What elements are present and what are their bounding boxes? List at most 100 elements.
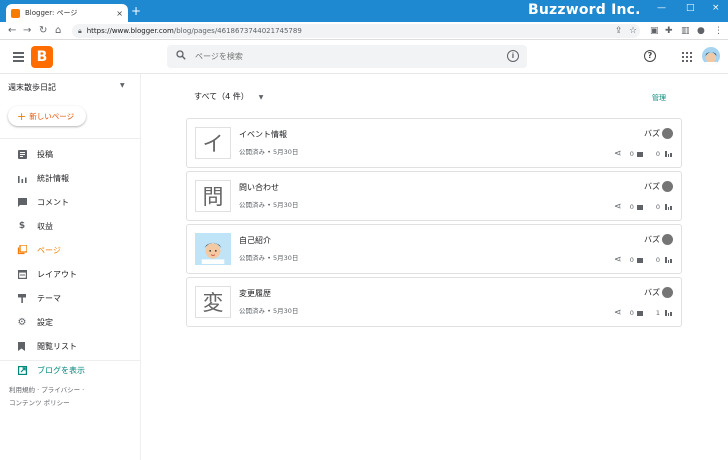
sidebar-item-label: 設定	[37, 317, 53, 327]
url-bar[interactable]: 🔒︎ https://www.blogger.com/blog/pages/46…	[72, 24, 640, 38]
bookmark-star-icon[interactable]: ☆	[629, 26, 637, 36]
browser-menu-icon[interactable]: ⋮	[714, 26, 723, 36]
minimize-button[interactable]: —	[657, 3, 666, 13]
footer-line-1[interactable]: 利用規約 · プライバシー ·	[9, 384, 135, 397]
forward-icon[interactable]: →	[23, 25, 31, 36]
author-name: バズ	[644, 235, 660, 244]
page-title[interactable]: 問い合わせ	[239, 182, 279, 193]
menu-icon[interactable]	[13, 52, 24, 62]
external-link-icon	[17, 365, 27, 375]
back-icon[interactable]: ←	[8, 25, 16, 36]
blogger-favicon-icon	[11, 8, 20, 18]
page-status: 公開済み • 5月30日	[239, 307, 299, 315]
post-icon	[17, 149, 27, 159]
sidebar-item-label: 収益	[37, 221, 53, 231]
footer-line-2[interactable]: コンテンツ ポリシー	[9, 397, 135, 410]
sidebar-item-stats[interactable]: 統計情報	[0, 167, 141, 189]
sidebar-item-label: ページ	[37, 245, 61, 255]
sidebar-item-layout[interactable]: レイアウト	[0, 263, 141, 285]
divider	[0, 138, 141, 139]
profile-icon[interactable]: ●	[697, 26, 705, 36]
sidebar-item-pages[interactable]: ページ	[0, 239, 141, 261]
sidebar-item-posts[interactable]: 投稿	[0, 143, 141, 165]
page-row[interactable]: 問 問い合わせ 公開済み • 5月30日 バズ ⋖ 0 0	[186, 171, 682, 221]
page-title[interactable]: イベント情報	[239, 129, 287, 140]
maximize-button[interactable]: □	[686, 3, 695, 13]
filter-dropdown[interactable]: すべて（4 件） ▼	[194, 91, 263, 102]
tab-title: Blogger: ページ	[25, 9, 78, 17]
share-icon[interactable]: ⋖	[614, 255, 622, 265]
sidebar-item-earnings[interactable]: $ 収益	[0, 215, 141, 237]
sidebar-item-label: テーマ	[37, 293, 61, 303]
page-author: バズ	[644, 234, 673, 245]
dropdown-caret-icon: ▼	[258, 94, 264, 101]
dollar-icon: $	[18, 221, 26, 231]
share-icon[interactable]: ⋖	[614, 202, 622, 212]
page-thumbnail: イ	[195, 127, 231, 159]
page-title[interactable]: 自己紹介	[239, 235, 271, 246]
puzzle-icon[interactable]: ✚	[665, 26, 673, 36]
author-avatar	[662, 128, 673, 139]
theme-icon	[17, 293, 27, 303]
apps-grid-icon[interactable]	[682, 52, 692, 62]
views-icon	[665, 257, 672, 263]
view-blog-label: ブログを表示	[37, 365, 85, 375]
window-close-button[interactable]: ×	[712, 3, 720, 13]
home-icon[interactable]: ⌂	[55, 25, 61, 36]
blog-selector[interactable]: 週末散歩日記 ▼	[8, 82, 128, 93]
info-icon[interactable]: i	[507, 50, 519, 62]
page-stats: ⋖ 0 0	[614, 202, 672, 212]
blog-name: 週末散歩日記	[8, 83, 56, 92]
dropdown-caret-icon: ▼	[120, 82, 125, 89]
page-row[interactable]: イ イベント情報 公開済み • 5月30日 バズ ⋖ 0 0	[186, 118, 682, 168]
new-tab-button[interactable]: +	[131, 5, 141, 17]
view-blog-link[interactable]: ブログを表示	[0, 359, 141, 381]
sidebar-item-reading-list[interactable]: 閲覧リスト	[0, 335, 141, 357]
search-input[interactable]	[195, 52, 495, 61]
watermark: Buzzword Inc.	[528, 2, 641, 18]
app-header: B i ?	[0, 40, 728, 74]
comment-count: 0	[629, 256, 634, 264]
page-status: 公開済み • 5月30日	[239, 148, 299, 156]
sidepanel-icon[interactable]: ▥	[681, 26, 690, 36]
pages-icon	[17, 245, 27, 255]
sidebar-item-theme[interactable]: テーマ	[0, 287, 141, 309]
page-stats: ⋖ 0 0	[614, 255, 672, 265]
share-icon[interactable]: ⋖	[614, 308, 622, 318]
page-row[interactable]: 変 変更履歴 公開済み • 5月30日 バズ ⋖ 0 1	[186, 277, 682, 327]
author-avatar	[662, 287, 673, 298]
blogger-logo-icon[interactable]: B	[31, 46, 53, 68]
page-author: バズ	[644, 128, 673, 139]
view-count: 1	[655, 309, 660, 317]
footer-links: 利用規約 · プライバシー · コンテンツ ポリシー	[9, 384, 135, 410]
author-avatar	[662, 181, 673, 192]
reload-icon[interactable]: ↻	[39, 25, 47, 36]
sidebar-item-label: 投稿	[37, 149, 53, 159]
stats-icon	[17, 173, 27, 183]
help-icon[interactable]: ?	[644, 50, 656, 62]
page-thumbnail: 問	[195, 180, 231, 212]
share-page-icon[interactable]: ⇪	[615, 26, 623, 36]
share-icon[interactable]: ⋖	[614, 149, 622, 159]
page-title[interactable]: 変更履歴	[239, 288, 271, 299]
comment-count: 0	[629, 150, 634, 158]
views-icon	[665, 151, 672, 157]
comment-icon	[17, 197, 27, 207]
sidebar-item-settings[interactable]: ⚙ 設定	[0, 311, 141, 333]
filter-label: すべて（4 件）	[194, 92, 249, 101]
extension-icon[interactable]: ▣	[650, 26, 659, 36]
new-page-button[interactable]: + 新しいページ	[8, 106, 86, 126]
page-thumbnail-image	[195, 233, 231, 265]
manage-link[interactable]: 管理	[652, 93, 666, 103]
tab-close-icon[interactable]: ×	[116, 9, 123, 18]
comment-icon	[636, 257, 643, 263]
sidebar-item-comments[interactable]: コメント	[0, 191, 141, 213]
account-avatar[interactable]	[702, 47, 720, 65]
page-thumbnail: 変	[195, 286, 231, 318]
url-text: https://www.blogger.com/blog/pages/46186…	[86, 27, 302, 35]
search-bar[interactable]: i	[167, 45, 527, 68]
plus-icon: +	[17, 109, 27, 123]
browser-tab[interactable]: Blogger: ページ ×	[6, 4, 128, 22]
page-row[interactable]: 自己紹介 公開済み • 5月30日 バズ ⋖ 0 0	[186, 224, 682, 274]
author-name: バズ	[644, 288, 660, 297]
